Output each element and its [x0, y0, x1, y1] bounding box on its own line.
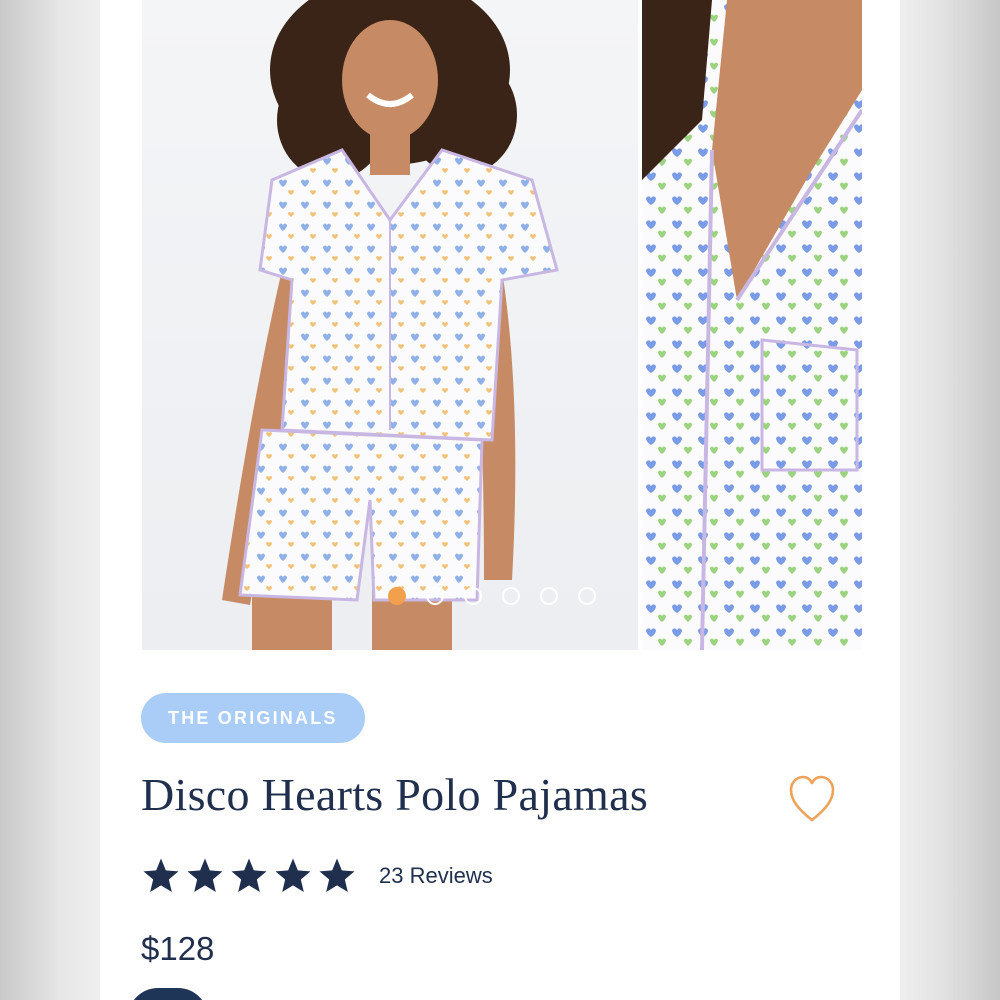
carousel-dot-4[interactable]: [502, 587, 520, 605]
star-icon: [187, 858, 223, 892]
model-photo: [222, 0, 559, 650]
favorite-button[interactable]: [788, 773, 836, 825]
star-icon: [143, 858, 179, 892]
product-price: $128: [141, 930, 215, 967]
detail-photo: [642, 0, 862, 650]
add-to-bag-button[interactable]: [128, 988, 208, 1000]
heart-outline-icon: [789, 775, 835, 822]
carousel-dot-5[interactable]: [540, 587, 558, 605]
carousel-image-main[interactable]: [142, 0, 638, 650]
product-card: THE ORIGINALS Disco Hearts Polo Pajamas …: [100, 0, 900, 1000]
carousel-dot-3[interactable]: [464, 587, 482, 605]
star-icon: [275, 858, 311, 892]
product-rating[interactable]: 23 Reviews: [141, 856, 493, 896]
star-icon: [319, 858, 355, 892]
carousel-image-next[interactable]: [642, 0, 862, 650]
reviews-link[interactable]: 23 Reviews: [379, 863, 493, 889]
product-title: Disco Hearts Polo Pajamas: [141, 769, 649, 820]
rating-stars: [141, 856, 357, 896]
image-carousel[interactable]: [142, 0, 862, 650]
collection-badge[interactable]: THE ORIGINALS: [141, 693, 365, 743]
carousel-dot-2[interactable]: [426, 587, 444, 605]
carousel-dots: [388, 585, 596, 607]
star-icon: [231, 858, 267, 892]
carousel-dot-1[interactable]: [388, 587, 406, 605]
carousel-dot-6[interactable]: [578, 587, 596, 605]
